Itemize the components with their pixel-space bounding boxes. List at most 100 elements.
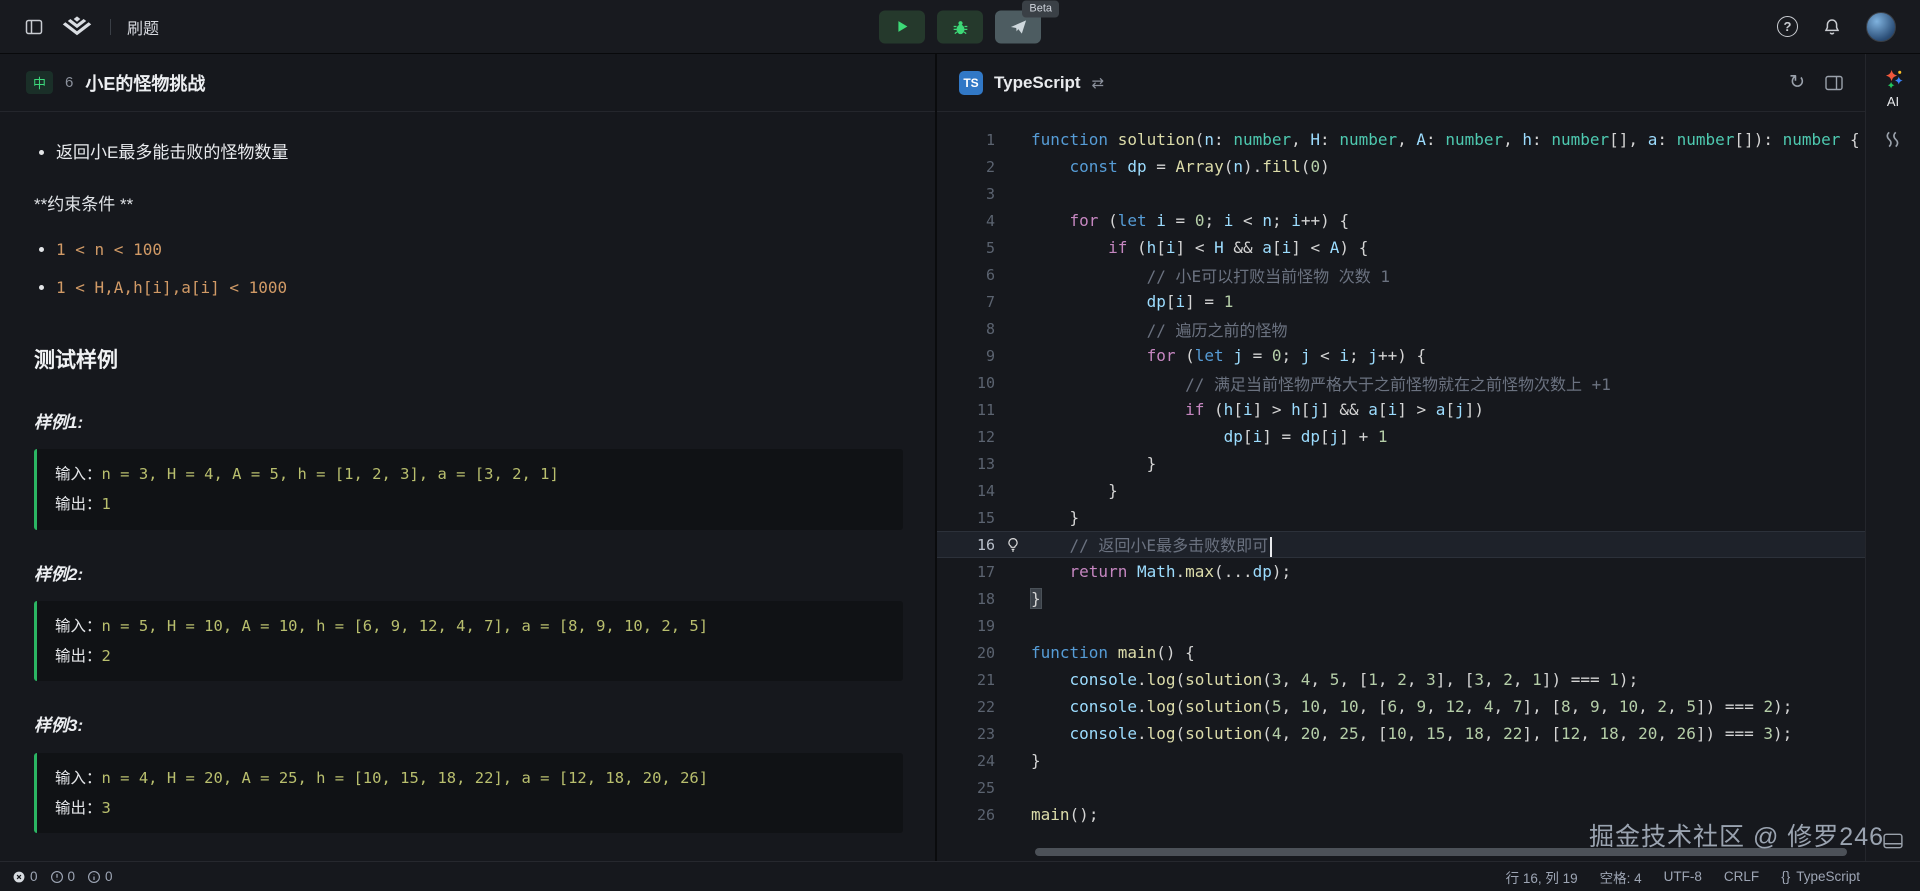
code-line-22[interactable]: 22 console.log(solution(5, 10, 10, [6, 9… — [937, 693, 1865, 720]
line-number: 3 — [937, 185, 995, 203]
debug-button[interactable] — [937, 10, 983, 43]
line-ending-setting[interactable]: CRLF — [1724, 869, 1759, 884]
code-text[interactable]: for (let i = 0; i < n; i++) { — [1031, 211, 1349, 230]
code-text[interactable]: if (h[i] < H && a[i] < A) { — [1031, 238, 1368, 257]
line-number: 4 — [937, 212, 995, 230]
play-icon — [893, 18, 911, 36]
code-line-7[interactable]: 7 dp[i] = 1 — [937, 288, 1865, 315]
code-line-21[interactable]: 21 console.log(solution(3, 4, 5, [1, 2, … — [937, 666, 1865, 693]
code-text[interactable]: } — [1031, 589, 1041, 608]
code-line-26[interactable]: 26 main(); — [937, 801, 1865, 828]
code-text[interactable]: // 返回小E最多击败数即可 — [1031, 532, 1272, 557]
sample-input: n = 5, H = 10, A = 10, h = [6, 9, 12, 4,… — [102, 617, 709, 635]
code-text[interactable]: } — [1031, 751, 1041, 770]
code-line-1[interactable]: 1 function solution(n: number, H: number,… — [937, 126, 1865, 153]
code-line-23[interactable]: 23 console.log(solution(4, 20, 25, [10, … — [937, 720, 1865, 747]
line-number: 9 — [937, 347, 995, 365]
code-line-18[interactable]: 18} — [937, 585, 1865, 612]
juejin-logo-icon[interactable] — [60, 15, 94, 39]
line-number: 8 — [937, 320, 995, 338]
code-line-4[interactable]: 4 for (let i = 0; i < n; i++) { — [937, 207, 1865, 234]
app-window: 刷题 Beta ? 中 6 — [0, 0, 1920, 891]
code-line-17[interactable]: 17 return Math.max(...dp); — [937, 558, 1865, 585]
ai-assistant-button[interactable]: AI — [1882, 68, 1905, 109]
errors-indicator[interactable]: 0 — [12, 869, 38, 884]
lightbulb-icon[interactable] — [1005, 537, 1021, 553]
warnings-indicator[interactable]: 0 — [50, 869, 76, 884]
sidebar-toggle-icon[interactable] — [24, 17, 44, 37]
code-line-25[interactable]: 25 — [937, 774, 1865, 801]
reset-code-icon[interactable]: ↻ — [1789, 71, 1805, 94]
code-text[interactable]: dp[i] = 1 — [1031, 292, 1233, 311]
sample-box-1: 输入：n = 3, H = 4, A = 5, h = [1, 2, 3], a… — [34, 449, 903, 529]
run-button[interactable] — [879, 10, 925, 43]
code-line-9[interactable]: 9 for (let j = 0; j < i; j++) { — [937, 342, 1865, 369]
code-line-10[interactable]: 10 // 满足当前怪物严格大于之前怪物就在之前怪物次数上 +1 — [937, 369, 1865, 396]
help-icon[interactable]: ? — [1777, 16, 1798, 37]
language-mode[interactable]: {} TypeScript — [1781, 869, 1860, 884]
line-number: 1 — [937, 131, 995, 149]
problem-description[interactable]: 返回小E最多能击败的怪物数量 **约束条件 ** 1 < n < 100 1 <… — [0, 112, 935, 861]
code-text[interactable]: console.log(solution(3, 4, 5, [1, 2, 3],… — [1031, 670, 1638, 689]
beta-badge: Beta — [1022, 0, 1059, 17]
code-line-13[interactable]: 13 } — [937, 450, 1865, 477]
code-line-15[interactable]: 15 } — [937, 504, 1865, 531]
user-avatar[interactable] — [1866, 12, 1896, 42]
sample-label-2: 样例2: — [34, 562, 903, 588]
output-label: 输出： — [55, 647, 102, 665]
code-text[interactable]: function main() { — [1031, 643, 1195, 662]
problem-panel: 中 6 小E的怪物挑战 返回小E最多能击败的怪物数量 **约束条件 ** 1 <… — [0, 54, 937, 861]
code-text[interactable]: dp[i] = dp[j] + 1 — [1031, 427, 1388, 446]
topbar: 刷题 Beta ? — [0, 0, 1920, 54]
code-text[interactable]: } — [1031, 481, 1118, 500]
code-line-8[interactable]: 8 // 遍历之前的怪物 — [937, 315, 1865, 342]
code-text[interactable]: // 遍历之前的怪物 — [1031, 317, 1288, 341]
indentation-setting[interactable]: 空格: 4 — [1600, 867, 1642, 887]
bottom-panel-toggle-icon[interactable] — [1883, 833, 1903, 849]
code-line-2[interactable]: 2 const dp = Array(n).fill(0) — [937, 153, 1865, 180]
code-line-16[interactable]: 16 // 返回小E最多击败数即可 — [937, 531, 1865, 558]
code-line-11[interactable]: 11 if (h[i] > h[j] && a[i] > a[j]) — [937, 396, 1865, 423]
code-text[interactable]: // 小E可以打败当前怪物 次数 1 — [1031, 263, 1390, 287]
info-indicator[interactable]: 0 — [87, 869, 113, 884]
code-text[interactable]: } — [1031, 454, 1156, 473]
run-controls: Beta — [879, 10, 1041, 43]
statement-bullet: 返回小E最多能击败的怪物数量 — [56, 140, 903, 166]
app-title: 刷题 — [127, 15, 159, 39]
code-text[interactable]: function solution(n: number, H: number, … — [1031, 130, 1860, 149]
notifications-bell-icon[interactable] — [1822, 17, 1842, 37]
split-layout-icon[interactable] — [1825, 75, 1843, 91]
code-line-19[interactable]: 19 — [937, 612, 1865, 639]
code-line-20[interactable]: 20function main() { — [937, 639, 1865, 666]
line-number: 18 — [937, 590, 995, 608]
code-text[interactable]: main(); — [1031, 805, 1098, 824]
code-text[interactable]: console.log(solution(4, 20, 25, [10, 15,… — [1031, 724, 1792, 743]
code-line-5[interactable]: 5 if (h[i] < H && a[i] < A) { — [937, 234, 1865, 261]
code-text[interactable]: if (h[i] > h[j] && a[i] > a[j]) — [1031, 400, 1484, 419]
code-line-14[interactable]: 14 } — [937, 477, 1865, 504]
cursor-position[interactable]: 行 16, 列 19 — [1506, 867, 1578, 887]
line-number: 7 — [937, 293, 995, 311]
line-number: 5 — [937, 239, 995, 257]
line-number: 16 — [937, 536, 995, 554]
switch-language-icon[interactable]: ⇄ — [1092, 74, 1105, 92]
code-text[interactable]: console.log(solution(5, 10, 10, [6, 9, 1… — [1031, 697, 1792, 716]
code-text[interactable]: // 满足当前怪物严格大于之前怪物就在之前怪物次数上 +1 — [1031, 371, 1611, 395]
code-area[interactable]: 1 function solution(n: number, H: number,… — [937, 112, 1865, 861]
constraints-title: **约束条件 ** — [34, 192, 903, 218]
secondary-tool-icon[interactable] — [1882, 129, 1904, 151]
code-text[interactable]: return Math.max(...dp); — [1031, 562, 1291, 581]
line-number: 26 — [937, 806, 995, 824]
constraint-item: 1 < H,A,h[i],a[i] < 1000 — [56, 275, 903, 301]
encoding-setting[interactable]: UTF-8 — [1664, 869, 1702, 884]
horizontal-scrollbar[interactable] — [1035, 848, 1847, 856]
submit-button[interactable]: Beta — [995, 10, 1041, 43]
code-line-12[interactable]: 12 dp[i] = dp[j] + 1 — [937, 423, 1865, 450]
code-line-6[interactable]: 6 // 小E可以打败当前怪物 次数 1 — [937, 261, 1865, 288]
code-text[interactable]: } — [1031, 508, 1079, 527]
code-line-24[interactable]: 24} — [937, 747, 1865, 774]
code-line-3[interactable]: 3 — [937, 180, 1865, 207]
code-text[interactable]: const dp = Array(n).fill(0) — [1031, 157, 1330, 176]
error-icon — [12, 870, 26, 884]
code-text[interactable]: for (let j = 0; j < i; j++) { — [1031, 346, 1426, 365]
